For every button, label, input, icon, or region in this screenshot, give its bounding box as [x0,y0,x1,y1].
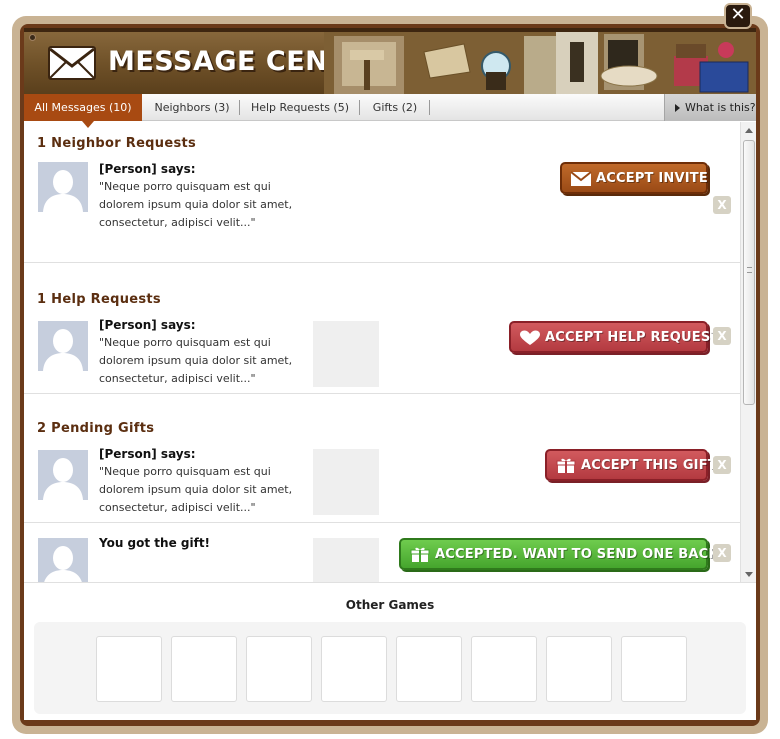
what-is-this-label: What is this? [685,101,756,114]
sender-name: [Person] says: [99,318,196,332]
what-is-this-link[interactable]: What is this? [664,94,756,121]
scrollbar-thumb[interactable] [743,140,755,405]
game-slot[interactable] [96,636,162,702]
avatar [38,162,88,212]
gift-status-text: You got the gift! [99,536,211,550]
tab-separator [239,100,240,115]
scroll-up-arrow-icon[interactable] [745,128,753,133]
accept-help-request-button[interactable]: ACCEPT HELP REQUEST [509,321,719,353]
rivet-left [29,34,36,41]
accept-invite-label: ACCEPT INVITE [596,171,708,186]
game-slot[interactable] [321,636,387,702]
caret-right-icon [675,104,680,112]
game-slot[interactable] [171,636,237,702]
message-list: 1 Neighbor Requests [Person] says: "Nequ… [24,122,740,582]
avatar [38,321,88,371]
game-slot[interactable] [621,636,687,702]
game-slot[interactable] [246,636,312,702]
divider [24,522,740,523]
message-text: "Neque porro quisquam est qui dolorem ip… [99,180,293,229]
send-gift-back-label: ACCEPTED. WANT TO SEND ONE BACK? [435,547,727,562]
gift-icon [410,547,430,562]
other-games-tray [34,622,746,714]
dismiss-button[interactable]: X [713,544,731,562]
item-thumbnail [313,449,379,515]
message-center-dialog: MESSAGE CENTER All Messages (10) Neighbo… [24,28,756,720]
dismiss-button[interactable]: X [713,327,731,345]
game-slot[interactable] [471,636,537,702]
divider [24,262,740,263]
vertical-scrollbar[interactable] [740,122,756,582]
avatar [38,450,88,500]
divider [24,582,756,583]
accept-invite-button[interactable]: ACCEPT INVITE [560,162,708,194]
heart-icon [520,330,540,345]
header-scene-illustration [324,32,756,94]
other-games-title: Other Games [345,598,435,612]
header-banner: MESSAGE CENTER [24,28,756,94]
game-slot[interactable] [396,636,462,702]
accept-gift-label: ACCEPT THIS GIFT [581,458,717,473]
envelope-icon [570,171,592,186]
game-slot[interactable] [546,636,612,702]
scroll-down-arrow-icon[interactable] [745,572,753,577]
close-button[interactable]: ✕ [724,3,752,29]
divider [24,393,740,394]
default-avatar-icon [38,162,88,212]
tab-all-messages[interactable]: All Messages (10) [24,94,142,121]
item-thumbnail [313,321,379,387]
tab-help-requests[interactable]: Help Requests (5) [242,94,358,121]
avatar [38,538,88,582]
send-gift-back-button[interactable]: ACCEPTED. WANT TO SEND ONE BACK? [399,538,726,570]
message-text: "Neque porro quisquam est qui dolorem ip… [99,465,293,514]
tab-separator [359,100,360,115]
tab-gifts[interactable]: Gifts (2) [362,94,428,121]
accept-gift-button[interactable]: ACCEPT THIS GIFT [545,449,717,481]
default-avatar-icon [38,321,88,371]
tab-neighbors[interactable]: Neighbors (3) [146,94,238,121]
dismiss-button[interactable]: X [713,456,731,474]
sender-name: [Person] says: [99,162,196,176]
envelope-icon [48,46,96,80]
item-thumbnail [313,538,379,582]
section-title-pending-gifts: 2 Pending Gifts [37,421,155,436]
gift-icon [556,458,576,473]
dismiss-button[interactable]: X [713,196,731,214]
scroll-grip-icon [747,267,752,273]
message-text: "Neque porro quisquam est qui dolorem ip… [99,336,293,385]
tab-bar: All Messages (10) Neighbors (3) Help Req… [24,94,756,121]
sender-name: [Person] says: [99,447,196,461]
accept-help-request-label: ACCEPT HELP REQUEST [545,330,720,345]
default-avatar-icon [38,450,88,500]
section-title-neighbor-requests: 1 Neighbor Requests [37,136,197,151]
section-title-help-requests: 1 Help Requests [37,292,161,307]
tab-separator [429,100,430,115]
default-avatar-icon [38,538,88,582]
